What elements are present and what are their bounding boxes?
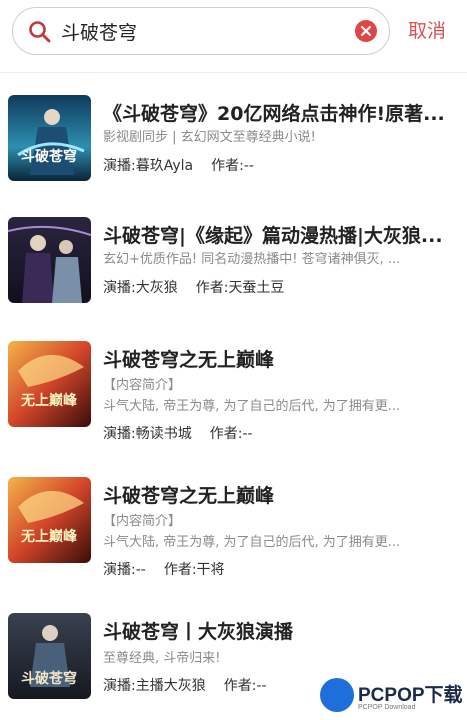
author-label: 作者: bbox=[223, 678, 257, 694]
book-desc: 斗气大陆, 帝王为尊, 为了自己的后代, 为了拥有更... bbox=[103, 535, 401, 550]
narrator-label: 演播: bbox=[103, 280, 136, 296]
book-desc: 影视剧同步 | 玄幻网文至尊经典小说! bbox=[103, 130, 316, 145]
narrator-name: 畅读书城 bbox=[135, 426, 192, 442]
book-meta: 演播:-- 作者:干将 bbox=[103, 559, 225, 579]
narrator-label: 演播: bbox=[103, 678, 136, 694]
search-box[interactable] bbox=[12, 7, 390, 55]
author-label: 作者: bbox=[209, 426, 243, 442]
book-meta: 演播:主播大灰狼 作者:-- bbox=[103, 675, 267, 695]
book-title[interactable]: 斗破苍穹|《缘起》篇动漫热播|大灰狼... bbox=[103, 221, 453, 248]
result-item[interactable]: 斗破苍穹 《斗破苍穹》20亿网络点击神作!原著... 影视剧同步 | 玄幻网文至… bbox=[0, 73, 467, 193]
book-title[interactable]: 斗破苍穹丨大灰狼演播 bbox=[103, 617, 453, 644]
book-title[interactable]: 斗破苍穹之无上巅峰 bbox=[103, 481, 453, 508]
author-label: 作者: bbox=[211, 158, 244, 174]
search-bar: 取消 bbox=[0, 0, 467, 72]
result-item[interactable]: 无上巅峰 斗破苍穹之无上巅峰 【内容简介】 斗气大陆, 帝王为尊, 为了自己的后… bbox=[0, 331, 467, 451]
book-meta: 演播:暮玖Ayla 作者:-- bbox=[103, 155, 254, 175]
author-name: -- bbox=[243, 158, 254, 174]
cover-title: 斗破苍穹 bbox=[21, 670, 77, 687]
search-input[interactable] bbox=[61, 16, 351, 46]
narrator-name: 大灰狼 bbox=[135, 280, 178, 296]
book-title[interactable]: 《斗破苍穹》20亿网络点击神作!原著... bbox=[103, 99, 453, 126]
narrator-name: -- bbox=[135, 562, 146, 578]
watermark-brand: PCPOP下载 bbox=[358, 685, 463, 706]
result-item[interactable]: 斗破苍穹|《缘起》篇动漫热播|大灰狼... 玄幻+优质作品! 同名动漫热播中! … bbox=[0, 195, 467, 315]
clear-icon[interactable] bbox=[355, 20, 377, 42]
cover-title: 无上巅峰 bbox=[20, 392, 78, 409]
book-cover: 无上巅峰 bbox=[8, 477, 91, 563]
book-desc: 斗气大陆, 帝王为尊, 为了自己的后代, 为了拥有更... bbox=[103, 399, 401, 414]
book-cover bbox=[8, 217, 91, 303]
book-meta: 演播:畅读书城 作者:-- bbox=[103, 423, 253, 443]
author-label: 作者: bbox=[195, 280, 229, 296]
narrator-label: 演播: bbox=[103, 158, 136, 174]
search-icon bbox=[27, 19, 53, 45]
book-desc-heading: 【内容简介】 bbox=[103, 378, 182, 393]
author-name: 干将 bbox=[196, 562, 225, 578]
narrator-label: 演播: bbox=[103, 426, 136, 442]
book-meta: 演播:大灰狼 作者:天蚕土豆 bbox=[103, 277, 284, 297]
book-desc-heading: 【内容简介】 bbox=[103, 514, 182, 529]
cover-title: 无上巅峰 bbox=[20, 528, 78, 545]
author-name: 天蚕土豆 bbox=[228, 280, 285, 296]
narrator-name: 暮玖Ayla bbox=[135, 158, 194, 174]
narrator-name: 主播大灰狼 bbox=[135, 678, 206, 694]
author-name: -- bbox=[256, 678, 267, 694]
book-cover: 斗破苍穹 bbox=[8, 95, 91, 181]
book-cover: 斗破苍穹 bbox=[8, 613, 91, 699]
cancel-button[interactable]: 取消 bbox=[408, 16, 446, 43]
watermark-sub: PCPOP Download bbox=[358, 704, 416, 711]
book-cover: 无上巅峰 bbox=[8, 341, 91, 427]
author-name: -- bbox=[242, 426, 253, 442]
book-desc: 至尊经典, 斗帝归来! bbox=[103, 651, 221, 666]
narrator-label: 演播: bbox=[103, 562, 136, 578]
author-label: 作者: bbox=[163, 562, 197, 578]
result-item[interactable]: 无上巅峰 斗破苍穹之无上巅峰 【内容简介】 斗气大陆, 帝王为尊, 为了自己的后… bbox=[0, 467, 467, 587]
watermark-logo: PCPOP下载 PCPOP Download bbox=[320, 676, 467, 720]
book-desc: 玄幻+优质作品! 同名动漫热播中! 苍穹诸神俱灭, ... bbox=[103, 252, 401, 267]
cover-title: 斗破苍穹 bbox=[21, 148, 77, 165]
logo-icon bbox=[320, 678, 354, 712]
book-title[interactable]: 斗破苍穹之无上巅峰 bbox=[103, 345, 453, 372]
